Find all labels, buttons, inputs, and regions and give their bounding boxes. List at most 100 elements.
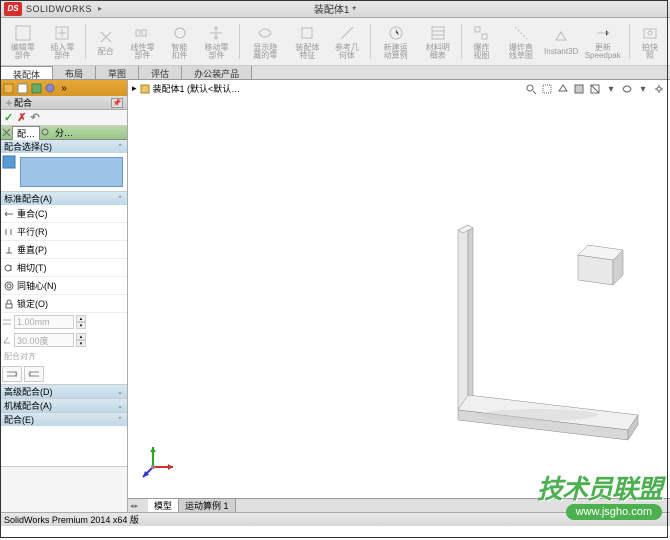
chevron-down-icon: ⌄	[117, 388, 123, 396]
hide-show-icon[interactable]	[620, 82, 634, 96]
sidebar-top-toolbar: »	[0, 80, 127, 96]
ribbon-show-hidden[interactable]: 显示隐藏的零	[244, 20, 287, 63]
pm-tab-analysis[interactable]: 分…	[51, 126, 77, 139]
entity-selector-icon[interactable]	[2, 155, 16, 169]
ribbon-move-component[interactable]: 移动零部件	[198, 20, 236, 63]
selection-list[interactable]	[20, 157, 123, 187]
mate-angle-input: ▴▾	[0, 331, 127, 349]
tab-office[interactable]: 办公装产品	[182, 66, 252, 79]
section-mechanical-mates[interactable]: 机械配合(A) ⌄	[0, 399, 127, 412]
bottom-tab-motion[interactable]: 运动算例 1	[179, 499, 236, 512]
cancel-button[interactable]: ✗	[17, 111, 26, 124]
tab-evaluate[interactable]: 评估	[139, 66, 182, 79]
watermark: 技术员联盟 www.jsgho.com	[537, 469, 662, 520]
command-tabs: 装配体 布局 草图 评估 办公装产品	[0, 66, 670, 80]
ribbon-mate[interactable]: 配合	[90, 20, 122, 63]
mate-perpendicular[interactable]: 垂直(P)	[0, 241, 127, 259]
app-name: SOLIDWORKS	[26, 4, 92, 14]
more-icon[interactable]: »	[58, 82, 70, 94]
mate-coincident[interactable]: 重合(C)	[0, 205, 127, 223]
angle-field[interactable]	[14, 333, 74, 347]
mate-icon	[2, 128, 11, 137]
ribbon-edit-component[interactable]: 编辑零部件	[4, 20, 42, 63]
pm-controls: ✓ ✗ ↶	[0, 110, 127, 126]
section-standard-mates[interactable]: 标准配合(A) ⌃	[0, 192, 127, 205]
3d-model	[438, 210, 638, 450]
section-view-icon[interactable]	[588, 82, 602, 96]
ribbon-exploded-view[interactable]: 爆炸视图	[465, 20, 497, 63]
mate-distance-input: ▴▾	[0, 313, 127, 331]
display-manager-icon[interactable]	[44, 82, 56, 94]
document-title: 装配体1 *	[314, 1, 356, 16]
property-manager-icon[interactable]	[16, 82, 28, 94]
pm-tab-mate[interactable]: 配…	[12, 126, 40, 140]
view-triad[interactable]	[138, 442, 178, 482]
mate-parallel[interactable]: 平行(R)	[0, 223, 127, 241]
graphics-viewport[interactable]: ▸ 装配体1 (默认<默认… ▾ ▾	[128, 80, 670, 512]
section-mate-selection[interactable]: 配合选择(S) ⌃	[0, 140, 127, 153]
undo-button[interactable]: ↶	[30, 111, 39, 124]
chevron-down-icon: ⌄	[117, 402, 123, 410]
bottom-tab-model[interactable]: 模型	[148, 499, 179, 512]
appearance-icon[interactable]: ▾	[636, 82, 650, 96]
angle-icon	[2, 335, 12, 345]
pm-tabs: 配… 分…	[0, 126, 127, 140]
app-logo: DS	[4, 2, 22, 16]
distance-field[interactable]	[14, 315, 74, 329]
dropdown-arrow-icon[interactable]: ▸	[98, 4, 102, 13]
mate-symbol-icon	[4, 98, 14, 108]
spin-up[interactable]: ▴	[76, 333, 86, 340]
chevron-up-icon: ⌃	[117, 195, 123, 203]
section-advanced-mates[interactable]: 高级配合(D) ⌄	[0, 385, 127, 398]
tab-sketch[interactable]: 草图	[96, 66, 139, 79]
ribbon-insert-component[interactable]: 插入零部件	[44, 20, 82, 63]
zoom-fit-icon[interactable]	[524, 82, 538, 96]
align-same-button[interactable]	[2, 366, 22, 382]
tree-expand-icon[interactable]: ▸	[132, 83, 137, 94]
feature-tree-icon[interactable]	[2, 82, 14, 94]
mate-tangent[interactable]: 相切(T)	[0, 259, 127, 277]
spin-up[interactable]: ▴	[76, 315, 86, 322]
tab-layout[interactable]: 布局	[53, 66, 96, 79]
chevron-up-icon: ⌃	[117, 143, 123, 151]
ribbon-snapshot[interactable]: 拍快照	[634, 20, 666, 63]
analysis-icon	[41, 128, 50, 137]
pushpin-icon[interactable]: 📌	[111, 98, 123, 108]
tab-next-icon[interactable]: ▸	[135, 502, 139, 510]
tab-prev-icon[interactable]: ◂	[130, 502, 134, 510]
spin-down[interactable]: ▾	[76, 322, 86, 329]
mate-concentric[interactable]: 同轴心(N)	[0, 277, 127, 295]
zoom-area-icon[interactable]	[540, 82, 554, 96]
chevron-up-icon: ⌃	[117, 416, 123, 424]
mate-align-label: 配合对齐	[0, 349, 127, 364]
mates-list[interactable]	[0, 426, 127, 466]
ribbon-instant3d[interactable]: Instant3D	[544, 20, 578, 63]
scene-icon[interactable]: ▾	[604, 82, 618, 96]
align-opposite-button[interactable]	[24, 366, 44, 382]
ribbon-toolbar: 编辑零部件 插入零部件 配合 线性零部件 智能扣件 移动零部件 显示隐藏的零 装…	[0, 18, 670, 66]
property-manager: » 配合 📌 ✓ ✗ ↶ 配… 分… 配合选择(S) ⌃	[0, 80, 128, 512]
pm-header: 配合 📌	[0, 96, 127, 110]
ribbon-motion-study[interactable]: 新建运动算例	[374, 20, 417, 63]
ribbon-smart-fastener[interactable]: 智能扣件	[163, 20, 195, 63]
ribbon-assembly-features[interactable]: 装配体特征	[289, 20, 327, 63]
view-orientation-icon[interactable]	[556, 82, 570, 96]
viewport-toolbar: ▾ ▾	[524, 82, 666, 96]
assembly-icon	[140, 84, 150, 94]
section-mates-list[interactable]: 配合(E) ⌃	[0, 413, 127, 426]
mate-lock[interactable]: 锁定(O)	[0, 295, 127, 313]
distance-icon	[2, 317, 12, 327]
feature-breadcrumb[interactable]: ▸ 装配体1 (默认<默认…	[132, 82, 240, 95]
ribbon-reference-geometry[interactable]: 参考几何体	[328, 20, 366, 63]
ribbon-bom[interactable]: 材料明细表	[419, 20, 457, 63]
config-manager-icon[interactable]	[30, 82, 42, 94]
display-style-icon[interactable]	[572, 82, 586, 96]
ribbon-speedpak[interactable]: 更新Speedpak	[580, 20, 625, 63]
ok-button[interactable]: ✓	[4, 111, 13, 124]
tab-assembly[interactable]: 装配体	[0, 66, 53, 79]
spin-down[interactable]: ▾	[76, 340, 86, 347]
ribbon-explode-line[interactable]: 爆炸直线草图	[500, 20, 543, 63]
settings-icon[interactable]	[652, 82, 666, 96]
ribbon-linear-pattern[interactable]: 线性零部件	[124, 20, 162, 63]
title-bar: DS SOLIDWORKS ▸ 装配体1 *	[0, 0, 670, 18]
